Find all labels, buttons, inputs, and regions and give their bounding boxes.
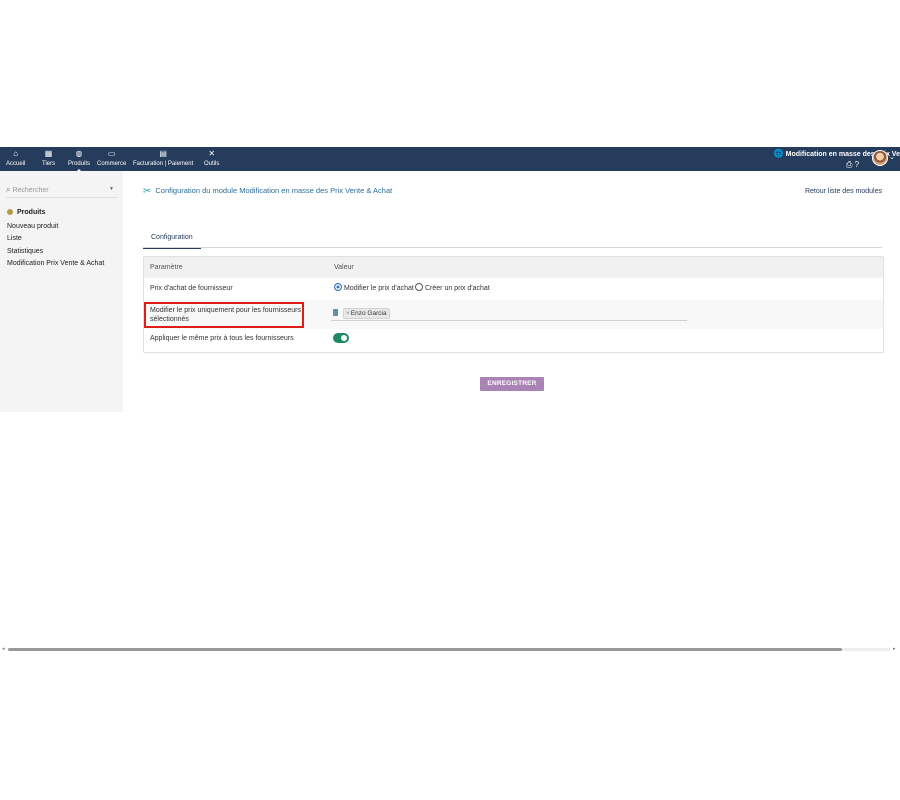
nav-label: Tiers bbox=[42, 161, 56, 167]
avatar[interactable] bbox=[872, 150, 888, 166]
param-label: Appliquer le même prix à tous les fourni… bbox=[150, 335, 294, 342]
supplier-tag[interactable]: ×Enzo Garcia bbox=[343, 308, 390, 319]
back-to-modules-link[interactable]: Retour liste des modules bbox=[805, 188, 882, 195]
topbar-tools: ⎙ ? bbox=[846, 160, 859, 170]
highlight-box bbox=[144, 302, 304, 328]
invoice-icon: ▤ bbox=[159, 149, 167, 158]
chevron-down-icon[interactable]: ▼ bbox=[109, 186, 114, 192]
home-icon: ⌂ bbox=[13, 149, 19, 158]
page-title-text: Configuration du module Modification en … bbox=[155, 186, 393, 195]
param-label: Prix d'achat de fournisseur bbox=[150, 285, 233, 292]
supplier-multiselect[interactable]: ×Enzo Garcia bbox=[331, 308, 687, 321]
radio-button-selected[interactable] bbox=[334, 283, 342, 291]
nav-commerce[interactable]: ▭ Commerce bbox=[97, 149, 126, 171]
column-header-valeur: Valeur bbox=[334, 264, 354, 271]
nav-label: Outils bbox=[204, 161, 220, 167]
building-icon: ▦ bbox=[44, 149, 53, 158]
tab-divider bbox=[143, 247, 882, 248]
page-title: ✂ Configuration du module Modification en… bbox=[143, 186, 392, 197]
tools-icon: ✕ bbox=[208, 149, 216, 158]
sidebar: ⌕ Rechercher ▼ Produits Nouveau produit … bbox=[0, 171, 123, 412]
tools-icon: ✂ bbox=[143, 186, 152, 197]
table-header: Paramètre Valeur bbox=[144, 257, 883, 278]
sidebar-section-label: Produits bbox=[17, 209, 46, 216]
table-row: Prix d'achat de fournisseur Modifier le … bbox=[144, 278, 883, 300]
column-header-parametre: Paramètre bbox=[150, 264, 183, 271]
radio-creer[interactable]: Créer un prix d'achat bbox=[415, 283, 490, 292]
table-row: Appliquer le même prix à tous les fourni… bbox=[144, 329, 883, 352]
radio-label: Modifier le prix d'achat bbox=[344, 284, 414, 292]
nav-label: Facturation | Paiement bbox=[133, 161, 194, 167]
search-placeholder: Rechercher bbox=[12, 187, 49, 194]
nav-outils[interactable]: ✕ Outils bbox=[204, 149, 219, 171]
sidebar-item-statistiques[interactable]: Statistiques bbox=[7, 248, 43, 255]
cube-icon: ◍ bbox=[75, 149, 83, 158]
tag-label: Enzo Garcia bbox=[350, 310, 387, 317]
same-price-toggle[interactable] bbox=[333, 333, 349, 343]
nav-facturation[interactable]: ▤ Facturation | Paiement bbox=[133, 149, 193, 171]
chevron-down-icon[interactable]: ⌄ bbox=[889, 153, 895, 161]
help-icon[interactable]: ? bbox=[855, 160, 859, 169]
briefcase-icon: ▭ bbox=[107, 149, 116, 158]
nav-accueil[interactable]: ⌂ Accueil bbox=[6, 149, 25, 171]
nav-label: Accueil bbox=[6, 161, 26, 167]
sidebar-item-liste[interactable]: Liste bbox=[7, 235, 22, 242]
globe-icon: 🌐 bbox=[773, 149, 784, 158]
scrollbar-thumb[interactable] bbox=[8, 648, 842, 651]
nav-label: Commerce bbox=[97, 161, 127, 167]
radio-label: Créer un prix d'achat bbox=[425, 284, 490, 292]
radio-modifier[interactable]: Modifier le prix d'achat bbox=[334, 283, 414, 292]
top-navbar: ⌂ Accueil ▦ Tiers ◍ Produits ▭ Commerce … bbox=[0, 147, 900, 172]
nav-label: Produits bbox=[68, 161, 91, 167]
radio-button[interactable] bbox=[415, 283, 423, 291]
search-icon: ⌕ bbox=[6, 185, 11, 194]
nav-produits[interactable]: ◍ Produits bbox=[68, 149, 91, 172]
search-input[interactable]: ⌕ Rechercher ▼ bbox=[6, 185, 118, 198]
cube-icon bbox=[7, 209, 13, 216]
sidebar-section-produits[interactable]: Produits bbox=[7, 209, 45, 216]
sidebar-item-nouveau-produit[interactable]: Nouveau produit bbox=[7, 223, 58, 230]
save-button[interactable]: ENREGISTRER bbox=[480, 377, 544, 391]
scroll-right-arrow-icon[interactable]: ▸ bbox=[893, 646, 896, 652]
remove-tag-icon[interactable]: × bbox=[346, 310, 350, 317]
nav-tiers[interactable]: ▦ Tiers bbox=[42, 149, 55, 171]
sidebar-item-modification-prix[interactable]: Modification Prix Vente & Achat bbox=[7, 260, 104, 267]
print-icon[interactable]: ⎙ bbox=[846, 160, 852, 169]
building-icon bbox=[333, 309, 338, 316]
scroll-left-arrow-icon[interactable]: ◂ bbox=[2, 646, 5, 652]
